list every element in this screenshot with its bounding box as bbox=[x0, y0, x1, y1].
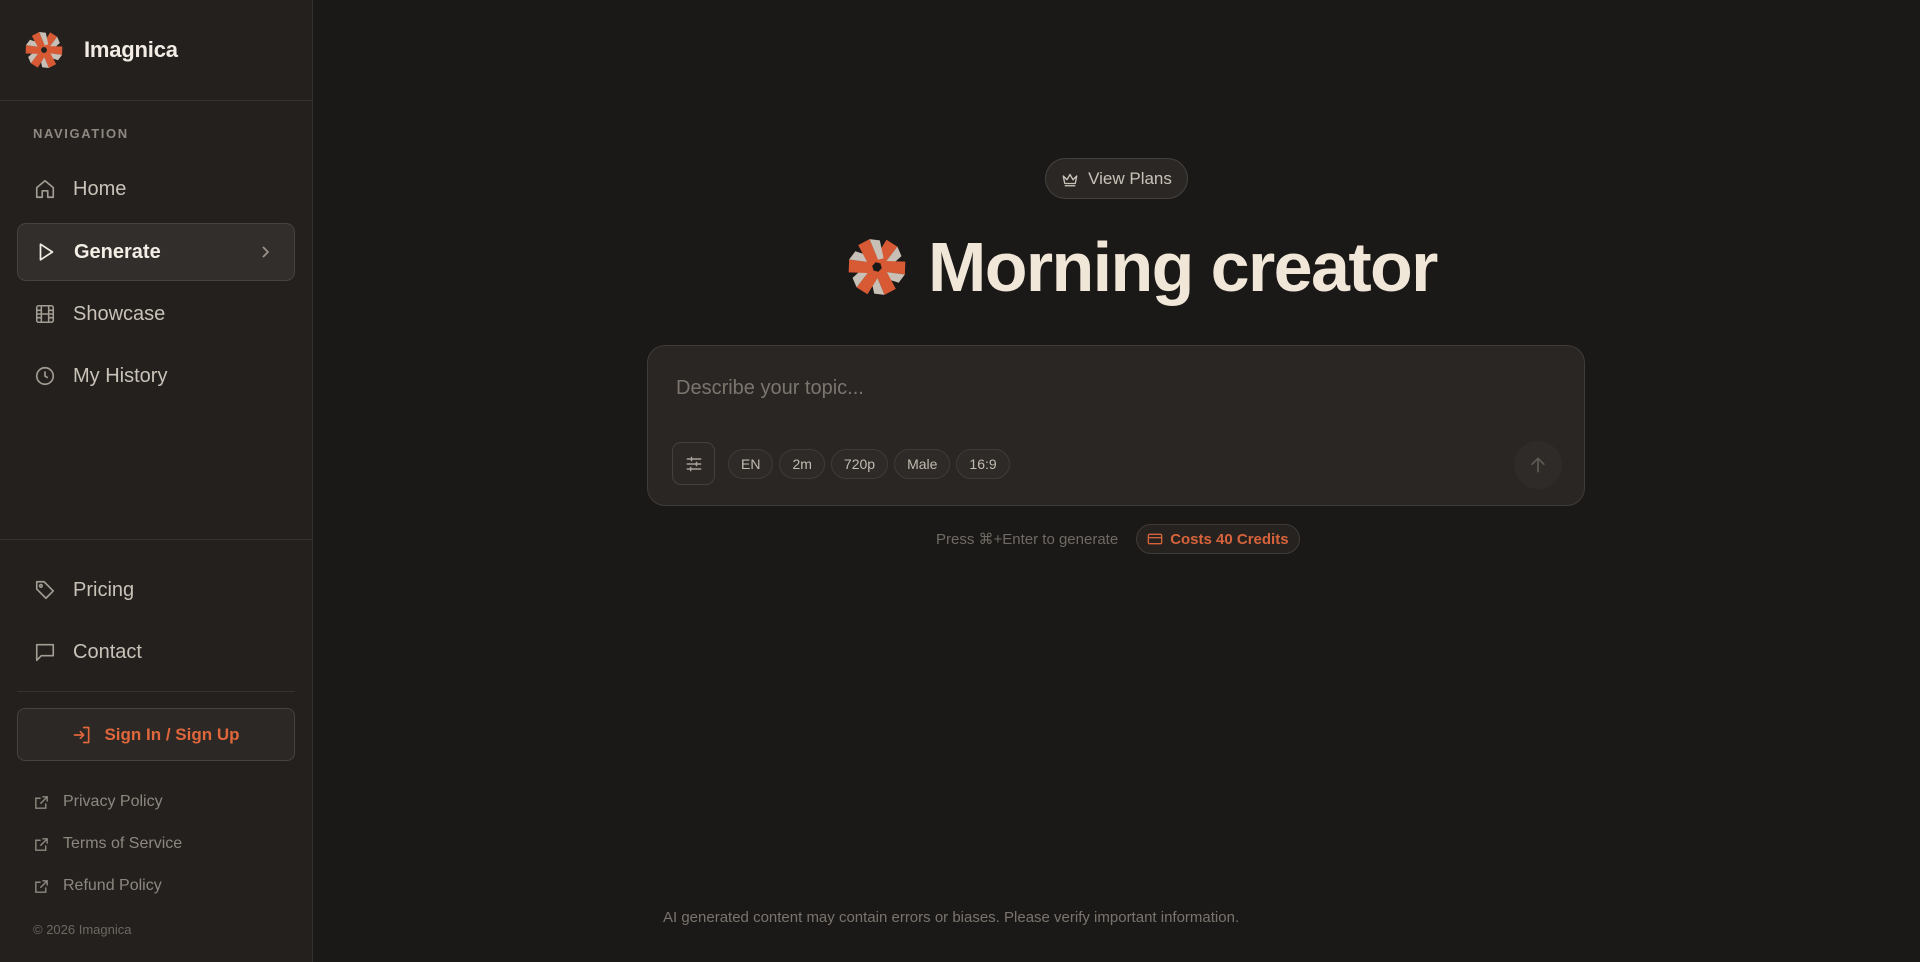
brand-name: Imagnica bbox=[84, 37, 178, 62]
clock-icon bbox=[32, 363, 58, 389]
film-icon bbox=[32, 301, 58, 327]
view-plans-label: View Plans bbox=[1088, 168, 1172, 188]
credits-label: Costs 40 Credits bbox=[1170, 530, 1289, 548]
arrow-up-icon bbox=[1531, 457, 1545, 473]
sidebar-item-home[interactable]: Home bbox=[17, 160, 295, 218]
brand[interactable]: Imagnica bbox=[0, 0, 312, 101]
view-plans-button[interactable]: View Plans bbox=[1045, 158, 1188, 199]
greeting-title: Morning creator bbox=[928, 228, 1438, 306]
message-icon bbox=[32, 639, 58, 665]
play-icon bbox=[33, 239, 59, 265]
card-icon bbox=[1147, 533, 1163, 545]
topic-input[interactable] bbox=[676, 372, 1536, 404]
divider bbox=[17, 691, 295, 692]
aspect-ratio-chip[interactable]: 16:9 bbox=[956, 449, 1010, 479]
tag-icon bbox=[32, 577, 58, 603]
settings-button[interactable] bbox=[672, 442, 715, 485]
copyright: © 2026 Imagnica bbox=[33, 922, 132, 937]
footer-link-label: Refund Policy bbox=[63, 877, 162, 894]
sidebar-item-pricing[interactable]: Pricing bbox=[17, 561, 295, 619]
pinwheel-logo-icon bbox=[843, 233, 911, 301]
refund-policy-link[interactable]: Refund Policy bbox=[33, 875, 162, 897]
sidebar: Imagnica NAVIGATION Home Generate Showca… bbox=[0, 0, 313, 962]
external-link-icon bbox=[35, 837, 48, 851]
sidebar-item-contact[interactable]: Contact bbox=[17, 623, 295, 681]
sign-in-icon bbox=[74, 726, 90, 743]
resolution-chip[interactable]: 720p bbox=[830, 449, 889, 479]
language-chip[interactable]: EN bbox=[728, 449, 774, 479]
sidebar-item-label: My History bbox=[73, 364, 168, 387]
duration-chip[interactable]: 2m bbox=[779, 449, 825, 479]
disclaimer: AI generated content may contain errors … bbox=[663, 909, 1240, 926]
crown-icon bbox=[1062, 173, 1078, 186]
divider bbox=[0, 539, 312, 540]
sidebar-item-label: Home bbox=[73, 177, 127, 200]
credits-badge: Costs 40 Credits bbox=[1136, 524, 1300, 554]
send-button[interactable] bbox=[1514, 441, 1562, 489]
external-link-icon bbox=[35, 795, 48, 809]
sidebar-item-generate[interactable]: Generate bbox=[17, 223, 295, 281]
pinwheel-logo-icon bbox=[22, 28, 66, 72]
sidebar-item-my-history[interactable]: My History bbox=[17, 347, 295, 405]
prompt-box: EN 2m 720p Male 16:9 bbox=[647, 345, 1585, 506]
privacy-policy-link[interactable]: Privacy Policy bbox=[33, 791, 163, 813]
voice-chip[interactable]: Male bbox=[894, 449, 951, 479]
sidebar-item-label: Pricing bbox=[73, 578, 135, 601]
sidebar-item-showcase[interactable]: Showcase bbox=[17, 285, 295, 343]
footer-link-label: Privacy Policy bbox=[63, 793, 163, 810]
sidebar-item-label: Contact bbox=[73, 640, 142, 663]
footer-link-label: Terms of Service bbox=[63, 835, 183, 852]
home-icon bbox=[32, 176, 58, 202]
hero-heading: Morning creator bbox=[843, 222, 1438, 312]
nav-heading: NAVIGATION bbox=[33, 126, 129, 141]
sign-in-label: Sign In / Sign Up bbox=[104, 724, 240, 744]
sidebar-item-label: Showcase bbox=[73, 302, 166, 325]
sliders-icon bbox=[686, 456, 701, 471]
sign-in-button[interactable]: Sign In / Sign Up bbox=[17, 708, 295, 761]
chevron-right-icon bbox=[258, 243, 274, 266]
sidebar-item-label: Generate bbox=[74, 240, 161, 263]
external-link-icon bbox=[35, 879, 48, 893]
terms-of-service-link[interactable]: Terms of Service bbox=[33, 833, 182, 855]
keyboard-hint: Press ⌘+Enter to generate bbox=[936, 531, 1119, 548]
option-chips: EN 2m 720p Male 16:9 bbox=[728, 449, 1016, 479]
hint-row: Press ⌘+Enter to generate Costs 40 Credi… bbox=[936, 524, 1300, 554]
